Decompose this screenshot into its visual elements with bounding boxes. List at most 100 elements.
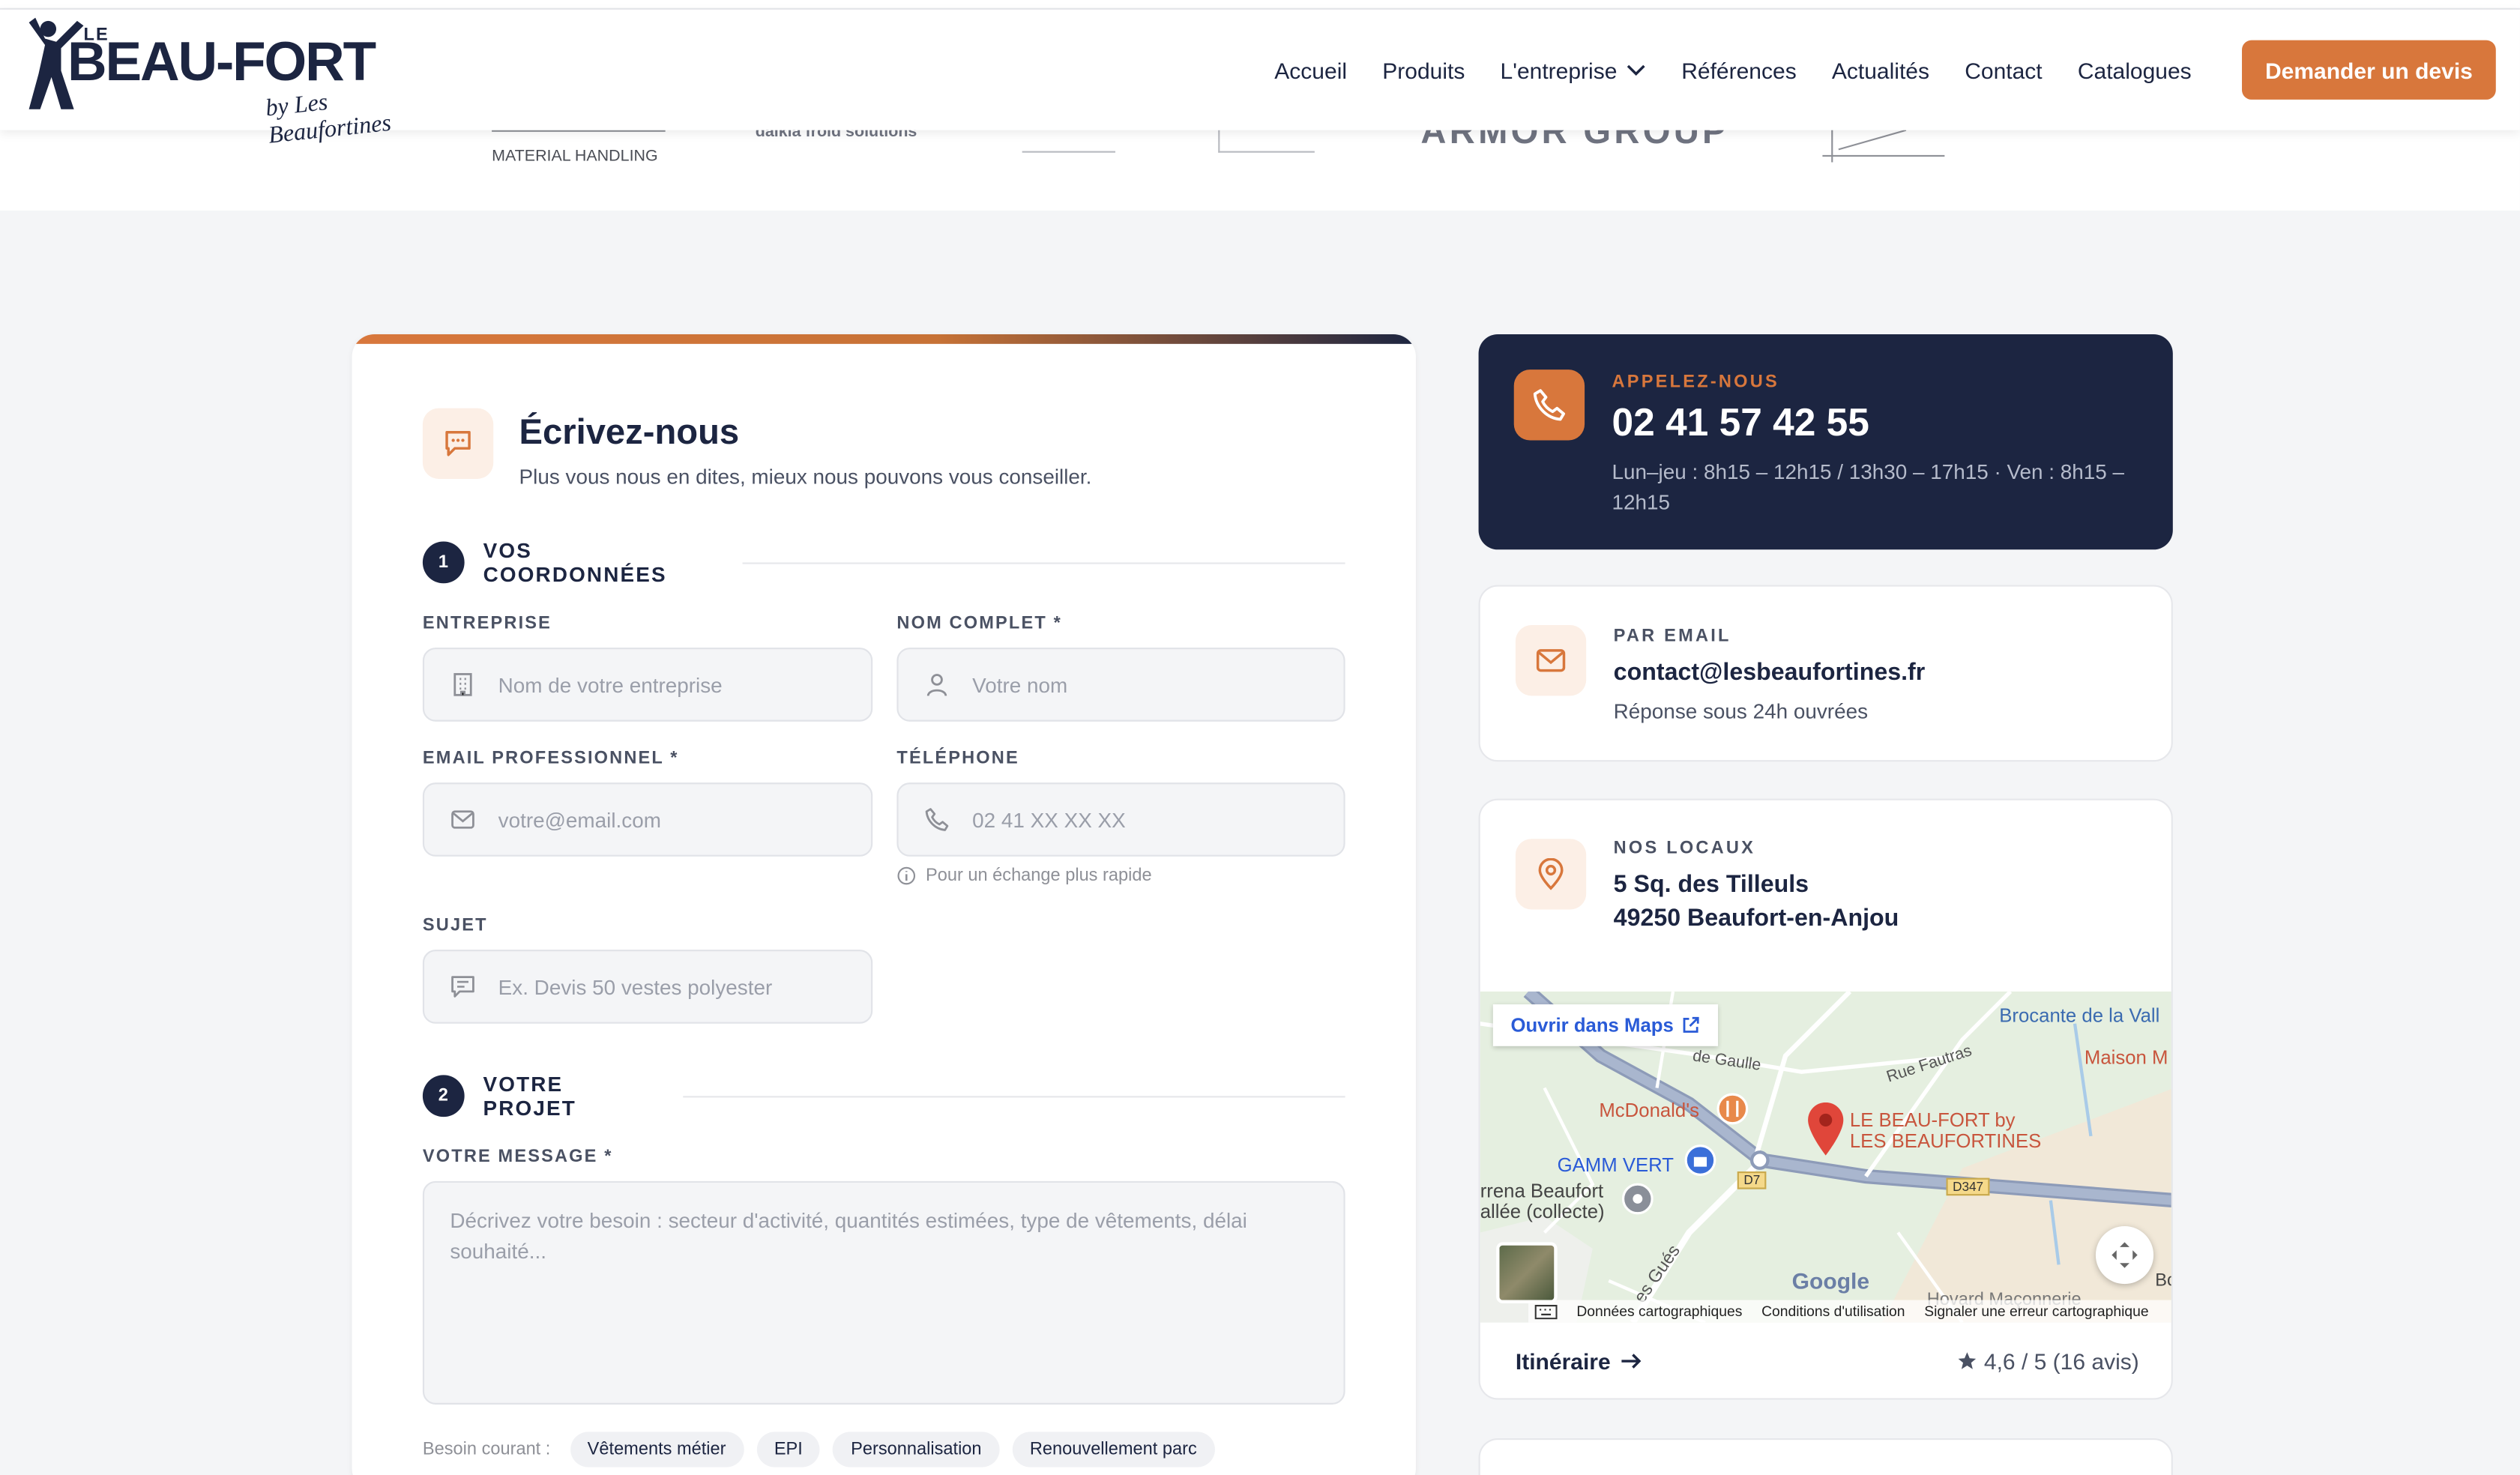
request-quote-button[interactable]: Demander un devis [2242, 40, 2496, 100]
map-label-maison: Maison M [2084, 1046, 2168, 1069]
mail-icon-box [1515, 625, 1587, 696]
name-field[interactable] [896, 648, 1345, 722]
external-link-icon [1683, 1016, 1700, 1033]
step-project: 2 VOTRE PROJET [422, 1072, 1345, 1120]
site-header: LE BEAU-FORT by Les Beaufortines Accueil… [0, 9, 2520, 149]
top-border [0, 0, 2520, 10]
map-label-business-2: LES BEAUFORTINES [1849, 1129, 2042, 1153]
phone-label: TÉLÉPHONE [896, 749, 1019, 768]
nav-accueil[interactable]: Accueil [1274, 57, 1347, 82]
email-note: Réponse sous 24h ouvrées [1613, 699, 1869, 723]
step-divider [742, 561, 1345, 564]
rating-text: 4,6 / 5 (16 avis) [1983, 1348, 2139, 1375]
address-line-2: 49250 Beaufort-en-Anjou [1613, 905, 1899, 932]
step-coordinates: 1 VOS COORDONNÉES [422, 538, 1345, 587]
logo-material-handling: MATERIAL HANDLING [492, 148, 658, 166]
message-field[interactable] [422, 1180, 1345, 1405]
directions-link[interactable]: Itinéraire [1516, 1348, 1643, 1374]
step-divider [683, 1095, 1345, 1097]
chips-label: Besoin courant : [422, 1440, 551, 1459]
restaurant-icon[interactable] [1716, 1093, 1749, 1125]
keyboard-icon[interactable] [1534, 1303, 1558, 1319]
map-label-mcdonalds: McDonald's [1599, 1099, 1700, 1122]
map-label-edge: Bc [2155, 1270, 2171, 1291]
satellite-toggle[interactable] [1496, 1242, 1558, 1303]
map-data-link[interactable]: Données cartographiques [1576, 1303, 1742, 1319]
email-card: PAR EMAIL contact@lesbeaufortines.fr Rép… [1478, 585, 2173, 762]
need-chips: Besoin courant : Vêtements métier EPI Pe… [422, 1432, 1215, 1468]
map-label-arena-2: allée (collecte) [1480, 1200, 1605, 1223]
mail-icon [1536, 649, 1566, 672]
name-input[interactable] [972, 672, 1294, 697]
message-label: VOTRE MESSAGE * [422, 1147, 613, 1167]
nav-actualites[interactable]: Actualités [1832, 57, 1929, 82]
call-hours: Lun–jeu : 8h15 – 12h15 / 13h30 – 17h15 ·… [1612, 459, 2125, 515]
star-icon [1957, 1352, 1976, 1369]
main-nav: Accueil Produits L'entreprise Références… [1274, 10, 2227, 130]
partner-logos-strip: MATERIAL HANDLING dalkia froid solutions… [0, 111, 2520, 211]
call-phone-number[interactable]: 02 41 57 42 55 [1612, 402, 1869, 447]
message-square-icon [451, 976, 474, 998]
open-in-maps-label: Ouvrir dans Maps [1510, 1013, 1674, 1037]
phone-icon [925, 808, 949, 831]
open-in-maps-link[interactable]: Ouvrir dans Maps [1492, 1004, 1719, 1046]
logo[interactable]: LE BEAU-FORT by Les Beaufortines [25, 13, 451, 149]
map-terms-link[interactable]: Conditions d'utilisation [1761, 1303, 1905, 1319]
arrow-right-icon [1621, 1354, 1642, 1369]
contact-form-card: Écrivez-nous Plus vous nous en dites, mi… [352, 334, 1416, 1475]
info-icon [897, 866, 916, 885]
email-input[interactable] [498, 807, 820, 832]
chat-icon-box [422, 408, 494, 479]
map-label-brocante: Brocante de la Vall [1999, 1004, 2160, 1028]
pin-icon-box [1515, 839, 1587, 910]
company-input[interactable] [498, 672, 820, 697]
phone-field[interactable] [896, 782, 1345, 857]
map-attribution-bar: Données cartographiques Conditions d'uti… [1528, 1300, 2171, 1323]
embedded-map[interactable]: Ouvrir dans Maps Brocante de la Vall Mai… [1480, 991, 2171, 1323]
subject-input[interactable] [498, 974, 820, 999]
logo-partner-4 [1218, 130, 1315, 153]
phone-icon-box [1513, 369, 1585, 441]
chip-personnalisation[interactable]: Personnalisation [833, 1432, 1000, 1468]
road-badge-d7: D7 [1737, 1171, 1767, 1189]
nav-contact[interactable]: Contact [1965, 57, 2042, 82]
company-field[interactable] [422, 648, 873, 722]
page: LE BEAU-FORT by Les Beaufortines Accueil… [0, 0, 2520, 1475]
google-watermark: Google [1791, 1267, 1870, 1294]
nav-references[interactable]: Références [1681, 57, 1797, 82]
user-icon [926, 674, 947, 696]
form-title: Écrivez-nous [519, 411, 740, 452]
road-badge-d347: D347 [1946, 1177, 1990, 1196]
step-number: 1 [422, 541, 464, 584]
shop-icon[interactable] [1684, 1144, 1716, 1177]
map-label-arena: rrena Beaufort [1480, 1179, 1604, 1202]
chip-epi[interactable]: EPI [756, 1432, 821, 1468]
email-field[interactable] [422, 782, 873, 857]
nav-produits[interactable]: Produits [1382, 57, 1465, 82]
fullscreen-button[interactable] [2095, 1225, 2154, 1285]
location-kicker: NOS LOCAUX [1613, 839, 1756, 858]
poi-icon[interactable] [1621, 1183, 1654, 1215]
logo-line [492, 130, 666, 132]
map-report-link[interactable]: Signaler une erreur cartographique [1924, 1303, 2148, 1319]
call-card: APPELEZ-NOUS 02 41 57 42 55 Lun–jeu : 8h… [1478, 334, 2173, 550]
nav-entreprise-label: L'entreprise [1500, 57, 1618, 83]
email-address[interactable]: contact@lesbeaufortines.fr [1614, 659, 1926, 686]
email-kicker: PAR EMAIL [1613, 627, 1731, 646]
subject-label: SUJET [422, 916, 488, 935]
subject-field[interactable] [422, 950, 873, 1024]
message-textarea[interactable] [450, 1205, 1318, 1381]
nav-entreprise[interactable]: L'entreprise [1501, 57, 1647, 82]
expand-icon [2111, 1242, 2138, 1268]
nav-catalogues[interactable]: Catalogues [2078, 57, 2192, 82]
phone-input[interactable] [972, 807, 1294, 832]
step-label: VOTRE PROJET [483, 1072, 576, 1120]
location-marker-icon[interactable] [1806, 1102, 1845, 1157]
chip-vetements-metier[interactable]: Vêtements métier [570, 1432, 744, 1468]
phone-icon [1533, 389, 1565, 421]
next-info-card [1478, 1438, 2173, 1475]
building-icon [453, 673, 472, 696]
map-label-business: LE BEAU-FORT by [1849, 1108, 2016, 1132]
chip-renouvellement[interactable]: Renouvellement parc [1012, 1432, 1215, 1468]
chevron-down-icon [1627, 64, 1646, 75]
